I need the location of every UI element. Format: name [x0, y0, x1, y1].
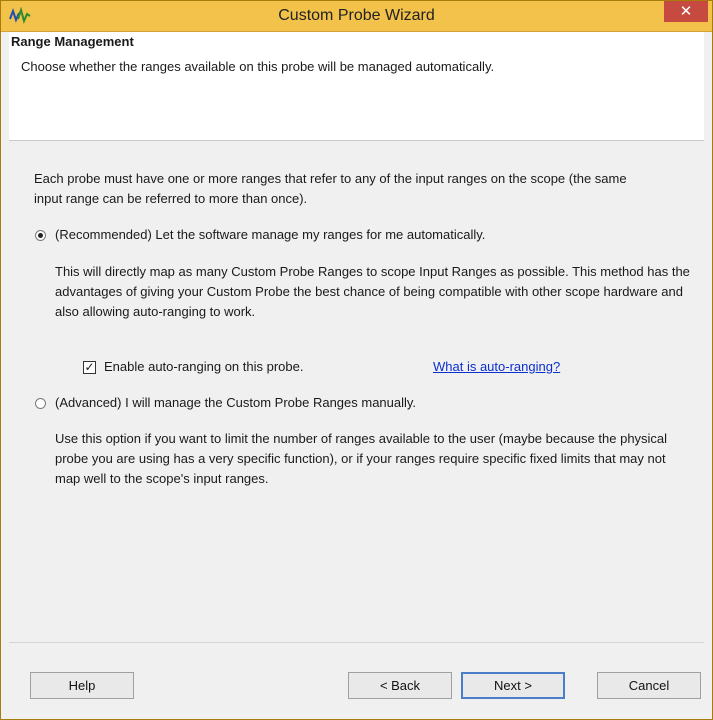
- radio-recommended-label[interactable]: (Recommended) Let the software manage my…: [55, 225, 655, 245]
- close-button[interactable]: ✕: [664, 1, 708, 22]
- radio-advanced-label[interactable]: (Advanced) I will manage the Custom Prob…: [55, 393, 655, 413]
- advanced-description: Use this option if you want to limit the…: [55, 431, 668, 486]
- wizard-header: Range Management Choose whether the rang…: [9, 32, 704, 141]
- recommended-description: This will directly map as many Custom Pr…: [55, 264, 690, 319]
- radio-advanced[interactable]: [35, 398, 46, 409]
- page-subtitle: Choose whether the ranges available on t…: [21, 59, 495, 74]
- radio-recommended[interactable]: [35, 230, 46, 241]
- help-button[interactable]: Help: [30, 672, 134, 699]
- intro-text: Each probe must have one or more ranges …: [34, 171, 627, 206]
- autorange-checkbox-label[interactable]: Enable auto-ranging on this probe.: [104, 357, 364, 377]
- cancel-button[interactable]: Cancel: [597, 672, 701, 699]
- wizard-content: Each probe must have one or more ranges …: [9, 141, 704, 641]
- autorange-help-link[interactable]: What is auto-ranging?: [433, 357, 633, 377]
- page-title: Range Management: [11, 34, 134, 49]
- autorange-checkbox[interactable]: ✓: [83, 361, 96, 374]
- wizard-footer: Help < Back Next > Cancel: [9, 642, 704, 713]
- next-button[interactable]: Next >: [461, 672, 565, 699]
- back-button[interactable]: < Back: [348, 672, 452, 699]
- window-title: Custom Probe Wizard: [278, 7, 435, 24]
- wizard-window: Custom Probe Wizard ✕ Range Management C…: [0, 0, 713, 720]
- title-bar[interactable]: Custom Probe Wizard ✕: [1, 1, 712, 32]
